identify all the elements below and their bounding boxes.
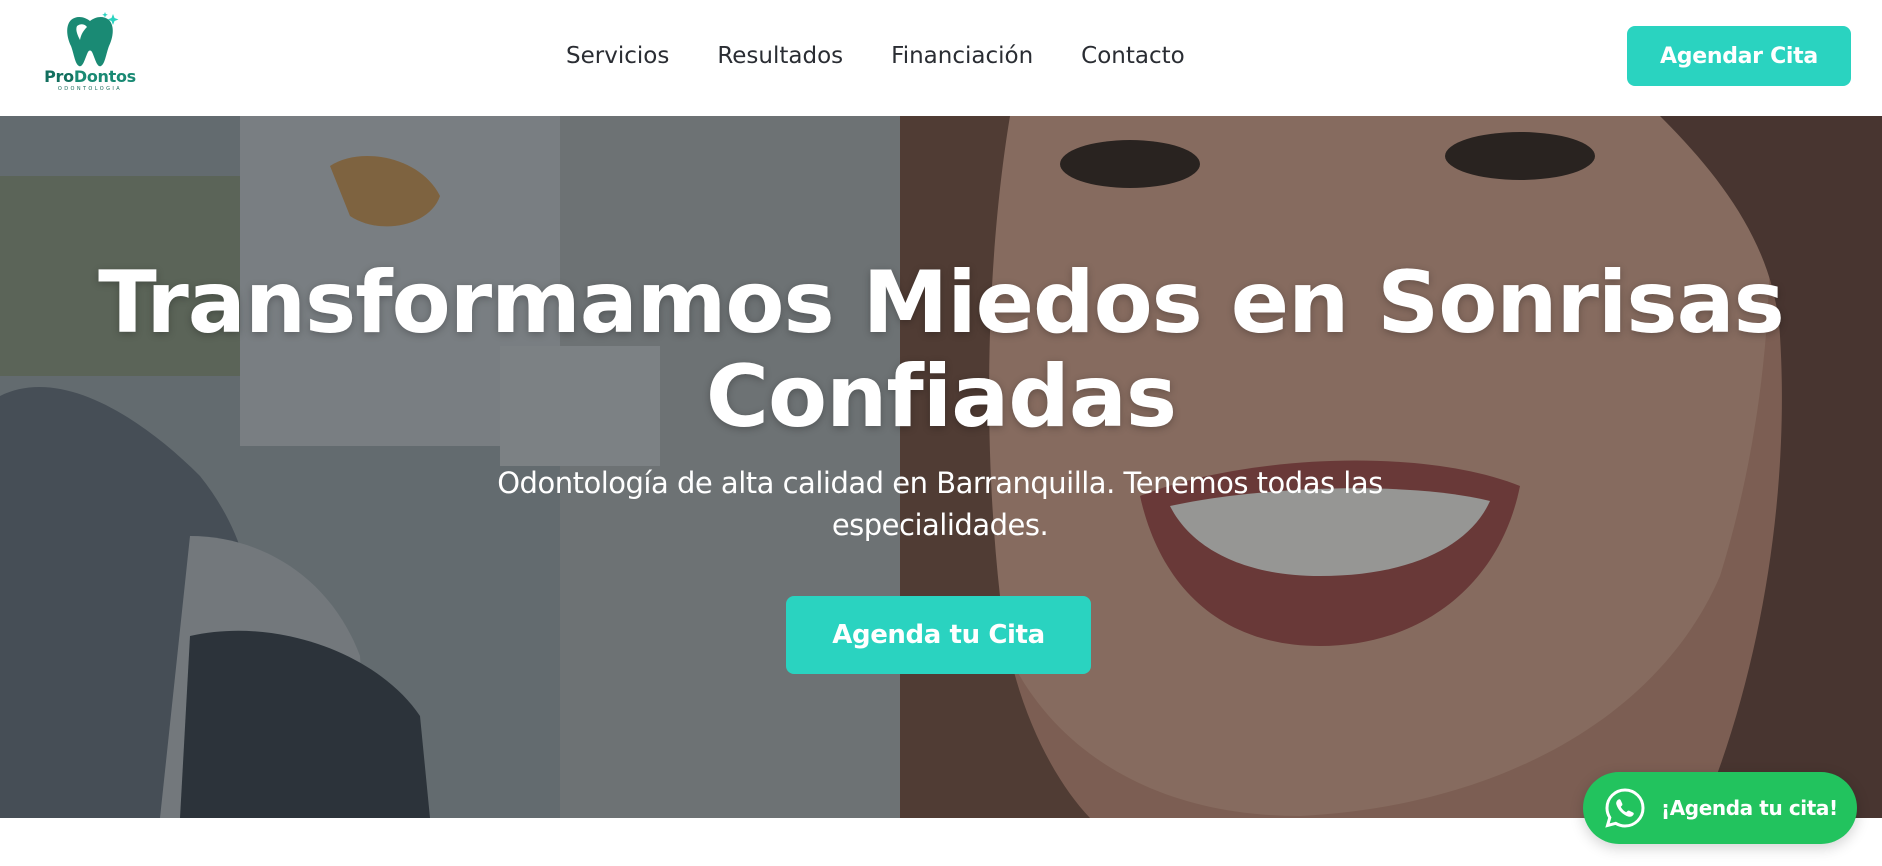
- nav-item-servicios[interactable]: Servicios: [566, 43, 669, 69]
- agenda-tu-cita-button[interactable]: Agenda tu Cita: [786, 596, 1091, 674]
- whatsapp-float-button[interactable]: ¡Agenda tu cita!: [1583, 772, 1857, 844]
- hero-section: Transformamos Miedos en Sonrisas Confiad…: [0, 116, 1882, 818]
- logo-wordmark: ProDontos: [44, 68, 136, 86]
- agendar-cita-button[interactable]: Agendar Cita: [1627, 26, 1851, 86]
- tooth-logo-icon: [67, 12, 119, 67]
- hero-title: Transformamos Miedos en Sonrisas Confiad…: [98, 253, 1785, 447]
- logo[interactable]: ProDontos ODONTOLOGIA: [40, 12, 140, 100]
- site-header: ProDontos ODONTOLOGIA Servicios Resultad…: [0, 0, 1882, 116]
- logo-name-part2: Dontos: [73, 67, 136, 86]
- hero-subtitle: Odontología de alta calidad en Barranqui…: [497, 466, 1383, 542]
- whatsapp-label: ¡Agenda tu cita!: [1661, 796, 1838, 820]
- whatsapp-icon: [1605, 788, 1645, 828]
- nav-item-contacto[interactable]: Contacto: [1081, 43, 1185, 69]
- nav-item-resultados[interactable]: Resultados: [717, 43, 843, 69]
- nav-item-financiacion[interactable]: Financiación: [891, 43, 1033, 69]
- logo-name-part1: Pro: [44, 67, 74, 86]
- logo-tagline: ODONTOLOGIA: [57, 86, 123, 92]
- main-nav: Servicios Resultados Financiación Contac…: [566, 38, 1185, 74]
